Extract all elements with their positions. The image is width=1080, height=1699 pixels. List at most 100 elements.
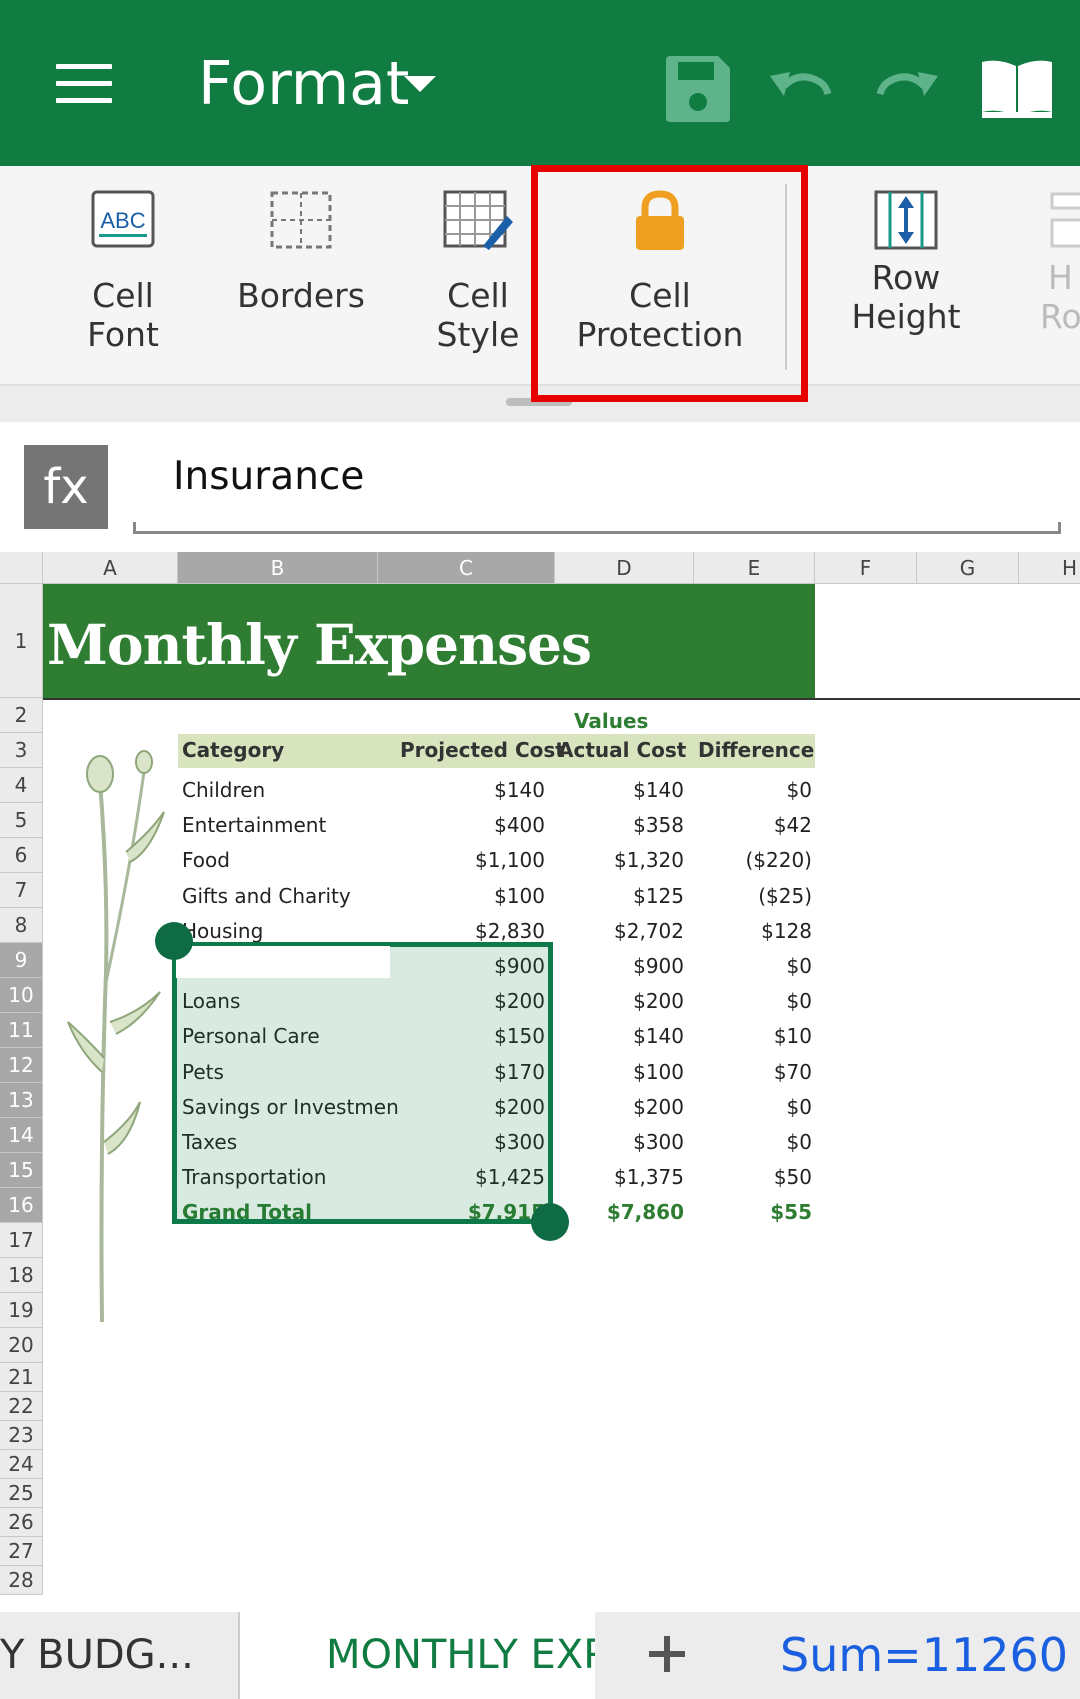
cell-difference[interactable]: $0 bbox=[787, 989, 812, 1013]
cell-actual-cost[interactable]: $200 bbox=[633, 989, 684, 1013]
header-category[interactable]: Category bbox=[182, 738, 284, 762]
row-header[interactable]: 23 bbox=[0, 1421, 43, 1450]
row-header[interactable]: 25 bbox=[0, 1479, 43, 1508]
row-header[interactable]: 22 bbox=[0, 1392, 43, 1421]
row-header[interactable]: 27 bbox=[0, 1537, 43, 1566]
row-header[interactable]: 17 bbox=[0, 1223, 43, 1258]
grand-total-actual-cost[interactable]: $7,860 bbox=[607, 1200, 684, 1224]
cell-font-button[interactable]: ABC Cell Font bbox=[62, 190, 184, 370]
values-label: Values bbox=[574, 709, 649, 733]
column-header-b[interactable]: B bbox=[178, 552, 378, 584]
cell-category[interactable]: Children bbox=[182, 778, 265, 802]
cell-actual-cost[interactable]: $140 bbox=[633, 1024, 684, 1048]
redo-icon[interactable] bbox=[872, 52, 944, 124]
cell-category[interactable]: Gifts and Charity bbox=[182, 884, 351, 908]
cell-category[interactable]: Housing bbox=[182, 919, 263, 943]
cell-actual-cost[interactable]: $2,702 bbox=[614, 919, 684, 943]
row-header[interactable]: 28 bbox=[0, 1566, 43, 1595]
cell-difference[interactable]: $10 bbox=[774, 1024, 812, 1048]
cell-projected-cost[interactable]: $1,100 bbox=[475, 848, 545, 872]
formula-input[interactable]: Insurance bbox=[133, 446, 1061, 534]
row-header[interactable]: 8 bbox=[0, 908, 43, 943]
cell-selection-range[interactable] bbox=[172, 942, 553, 1224]
column-header-e[interactable]: E bbox=[694, 552, 815, 584]
row-header[interactable]: 10 bbox=[0, 978, 43, 1013]
row-header[interactable]: 2 bbox=[0, 698, 43, 733]
cell-difference[interactable]: $0 bbox=[787, 778, 812, 802]
header-difference[interactable]: Difference bbox=[698, 738, 814, 762]
selection-end-handle[interactable] bbox=[531, 1203, 569, 1241]
row-header[interactable]: 26 bbox=[0, 1508, 43, 1537]
ribbon-tab-selector[interactable]: Format bbox=[198, 46, 409, 122]
cell-difference[interactable]: $50 bbox=[774, 1165, 812, 1189]
cell-difference[interactable]: ($25) bbox=[758, 884, 812, 908]
row-header[interactable]: 20 bbox=[0, 1328, 43, 1363]
chevron-down-icon[interactable] bbox=[404, 76, 436, 92]
cell-projected-cost[interactable]: $100 bbox=[494, 884, 545, 908]
column-header-f[interactable]: F bbox=[815, 552, 917, 584]
column-header-a[interactable]: A bbox=[43, 552, 178, 584]
save-icon[interactable] bbox=[662, 52, 734, 124]
cell-projected-cost[interactable]: $140 bbox=[494, 778, 545, 802]
cell-actual-cost[interactable]: $358 bbox=[633, 813, 684, 837]
column-header-h[interactable]: H bbox=[1019, 552, 1080, 584]
row-header[interactable]: 3 bbox=[0, 733, 43, 768]
cell-actual-cost[interactable]: $140 bbox=[633, 778, 684, 802]
cell-actual-cost[interactable]: $125 bbox=[633, 884, 684, 908]
cell-difference[interactable]: ($220) bbox=[745, 848, 812, 872]
add-sheet-icon[interactable] bbox=[640, 1626, 696, 1682]
cell-difference[interactable]: $70 bbox=[774, 1060, 812, 1084]
row-header[interactable]: 24 bbox=[0, 1450, 43, 1479]
cell-actual-cost[interactable]: $100 bbox=[633, 1060, 684, 1084]
row-header[interactable]: 13 bbox=[0, 1083, 43, 1118]
function-button[interactable]: fx bbox=[24, 445, 108, 529]
cell-projected-cost[interactable]: $2,830 bbox=[475, 919, 545, 943]
cell-difference[interactable]: $42 bbox=[774, 813, 812, 837]
cell-actual-cost[interactable]: $300 bbox=[633, 1130, 684, 1154]
row-header[interactable]: 9 bbox=[0, 943, 43, 978]
sheet-tab-budget[interactable]: Y BUDG... bbox=[0, 1612, 240, 1699]
row-header[interactable]: 12 bbox=[0, 1048, 43, 1083]
undo-icon[interactable] bbox=[764, 52, 836, 124]
cell-actual-cost[interactable]: $200 bbox=[633, 1095, 684, 1119]
row-header[interactable]: 6 bbox=[0, 838, 43, 873]
cell-difference[interactable]: $0 bbox=[787, 1095, 812, 1119]
column-header-c[interactable]: C bbox=[378, 552, 555, 584]
select-all-corner[interactable] bbox=[0, 552, 43, 584]
cell-category[interactable]: Food bbox=[182, 848, 230, 872]
sheet-tab-monthly-expenses[interactable]: MONTHLY EXP bbox=[240, 1612, 595, 1699]
selection-start-handle[interactable] bbox=[155, 922, 193, 960]
hide-rows-button[interactable]: H Ro bbox=[1040, 190, 1080, 370]
borders-button[interactable]: Borders bbox=[236, 190, 366, 370]
cell-projected-cost[interactable]: $400 bbox=[494, 813, 545, 837]
row-height-button[interactable]: Row Height bbox=[842, 190, 970, 370]
cell-difference[interactable]: $0 bbox=[787, 954, 812, 978]
row-header[interactable]: 21 bbox=[0, 1363, 43, 1392]
header-projected-cost[interactable]: Projected Cost bbox=[400, 738, 565, 762]
hamburger-menu-icon[interactable] bbox=[56, 64, 112, 104]
cell-style-button[interactable]: Cell Style bbox=[420, 190, 536, 370]
row-header[interactable]: 15 bbox=[0, 1153, 43, 1188]
row-header[interactable]: 16 bbox=[0, 1188, 43, 1223]
row-header[interactable]: 7 bbox=[0, 873, 43, 908]
grand-total-difference[interactable]: $55 bbox=[770, 1200, 812, 1224]
row-header[interactable]: 5 bbox=[0, 803, 43, 838]
row-header[interactable]: 18 bbox=[0, 1258, 43, 1293]
column-header-g[interactable]: G bbox=[917, 552, 1019, 584]
column-header-d[interactable]: D bbox=[555, 552, 694, 584]
row-header[interactable]: 14 bbox=[0, 1118, 43, 1153]
header-actual-cost[interactable]: Actual Cost bbox=[558, 738, 686, 762]
cell-actual-cost[interactable]: $1,375 bbox=[614, 1165, 684, 1189]
cell-difference[interactable]: $0 bbox=[787, 1130, 812, 1154]
row-header[interactable]: 4 bbox=[0, 768, 43, 803]
borders-icon bbox=[270, 191, 332, 249]
active-cell[interactable] bbox=[176, 946, 390, 978]
cell-actual-cost[interactable]: $1,320 bbox=[614, 848, 684, 872]
cell-actual-cost[interactable]: $900 bbox=[633, 954, 684, 978]
reading-view-icon[interactable] bbox=[978, 52, 1056, 124]
cell-category[interactable]: Entertainment bbox=[182, 813, 326, 837]
row-header[interactable]: 1 bbox=[0, 584, 43, 698]
row-header[interactable]: 11 bbox=[0, 1013, 43, 1048]
cell-difference[interactable]: $128 bbox=[761, 919, 812, 943]
row-header[interactable]: 19 bbox=[0, 1293, 43, 1328]
